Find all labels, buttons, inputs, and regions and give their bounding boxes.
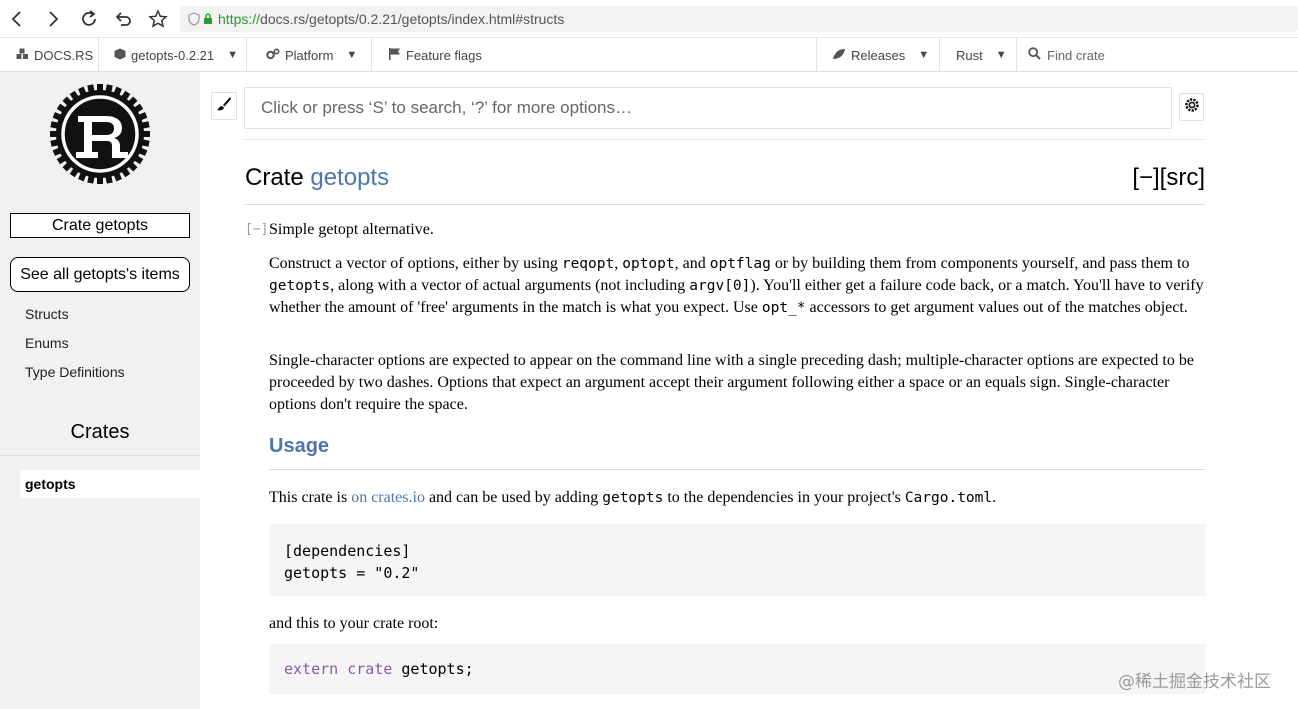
page-title-row: Crate getopts [−][src] <box>245 164 1205 200</box>
crate-label-box[interactable]: Crate getopts <box>10 213 190 238</box>
shield-lock-icon <box>188 12 218 26</box>
inline-code: argv[0] <box>689 278 751 294</box>
code-text: getopts; <box>401 660 474 678</box>
docsrs-logo-label: DOCS.RS <box>34 47 94 63</box>
inline-code: Cargo.toml <box>904 490 993 506</box>
crate-version-label: getopts-0.2.21 <box>131 47 215 63</box>
inline-code: reqopt <box>561 256 615 272</box>
code-line: [dependencies] <box>284 542 411 560</box>
sidebar-crate-getopts[interactable]: getopts <box>20 470 200 498</box>
chevron-down-icon: ▼ <box>995 49 1007 61</box>
settings-button[interactable] <box>1179 93 1204 121</box>
cube-icon <box>114 48 126 63</box>
chevron-down-icon: ▼ <box>346 49 358 61</box>
page-title: Crate getopts <box>245 164 389 192</box>
watermark: @稀土掘金技术社区 <box>1118 672 1271 692</box>
flag-icon <box>388 47 401 63</box>
undo-icon[interactable] <box>106 0 140 38</box>
crate-version-menu[interactable]: getopts-0.2.21 ▼ <box>104 38 248 72</box>
inline-code: getopts <box>269 278 331 294</box>
docsrs-home-link[interactable]: DOCS.RS <box>6 38 103 72</box>
divider <box>244 204 1205 205</box>
code-keyword: extern <box>284 660 339 678</box>
inline-code: getopts <box>602 490 664 506</box>
feature-flags-link[interactable]: Feature flags <box>378 38 492 72</box>
find-crate-placeholder: Find crate <box>1047 47 1105 63</box>
code-block-rust: extern crate getopts; <box>269 644 1205 694</box>
platform-menu[interactable]: Platform ▼ <box>256 38 367 72</box>
doc-paragraph-4: and this to your crate root: <box>269 615 439 632</box>
rust-menu[interactable]: Rust ▼ <box>946 38 1017 72</box>
collapse-src-links[interactable]: [−][src] <box>1132 164 1205 192</box>
inline-code: optopt <box>622 256 675 272</box>
paintbrush-icon <box>216 96 232 116</box>
inline-link[interactable]: on crates.io <box>351 489 425 506</box>
address-bar[interactable]: https://docs.rs/getopts/0.2.21/getopts/i… <box>180 6 1298 32</box>
chevron-down-icon: ▼ <box>227 49 239 61</box>
browser-toolbar: https://docs.rs/getopts/0.2.21/getopts/i… <box>0 0 1298 38</box>
leaf-icon <box>832 48 846 63</box>
search-icon <box>1028 47 1041 63</box>
rust-logo-icon[interactable] <box>48 82 152 186</box>
chevron-down-icon: ▼ <box>918 49 930 61</box>
inline-code: optflag <box>709 256 771 272</box>
title-prefix: Crate <box>245 164 311 191</box>
cubes-icon <box>16 48 29 63</box>
reload-icon[interactable] <box>72 0 106 38</box>
code-block-toml: [dependencies] getopts = "0.2" <box>269 524 1205 596</box>
see-all-items-button[interactable]: See all getopts's items <box>10 257 190 292</box>
theme-picker-button[interactable] <box>211 92 237 120</box>
url-path: docs.rs/getopts/0.2.21/getopts/index.htm… <box>260 11 565 27</box>
sidebar-link-enums[interactable]: Enums <box>25 335 69 351</box>
sidebar: Crate getopts See all getopts's items St… <box>0 72 200 709</box>
find-crate-input[interactable]: Find crate <box>1018 38 1105 72</box>
doc-paragraph-3: This crate is on crates.io and can be us… <box>269 489 997 506</box>
sidebar-link-type-definitions[interactable]: Type Definitions <box>25 364 125 380</box>
divider <box>0 455 200 456</box>
divider <box>269 469 1205 470</box>
sidebar-link-structs[interactable]: Structs <box>25 306 69 322</box>
collapse-toggle[interactable]: [−] <box>245 222 268 237</box>
inline-code: opt_* <box>761 300 806 316</box>
search-input[interactable] <box>244 87 1172 129</box>
usage-heading[interactable]: Usage <box>269 435 329 458</box>
cogs-icon <box>266 47 280 63</box>
crates-heading: Crates <box>70 421 130 443</box>
releases-menu[interactable]: Releases ▼ <box>822 38 939 72</box>
forward-icon[interactable] <box>36 0 70 38</box>
rust-label: Rust <box>956 47 983 63</box>
divider <box>244 139 1205 140</box>
platform-label: Platform <box>285 47 334 63</box>
url-protocol: https:// <box>218 11 261 27</box>
code-keyword: crate <box>347 660 393 678</box>
crate-summary: Simple getopt alternative. <box>269 221 434 238</box>
code-line: getopts = "0.2" <box>284 564 420 582</box>
doc-paragraph-2: Single-character options are expected to… <box>269 352 1194 413</box>
feature-flags-label: Feature flags <box>406 47 482 63</box>
releases-label: Releases <box>851 47 906 63</box>
crate-name-link[interactable]: getopts <box>310 164 389 191</box>
back-icon[interactable] <box>0 0 34 38</box>
bookmark-star-icon[interactable] <box>141 0 175 38</box>
gear-icon <box>1184 97 1200 117</box>
docsrs-nav: DOCS.RS getopts-0.2.21 ▼ Platform ▼ Feat… <box>0 38 1298 72</box>
doc-paragraph-1: Construct a vector of options, either by… <box>269 255 1204 316</box>
